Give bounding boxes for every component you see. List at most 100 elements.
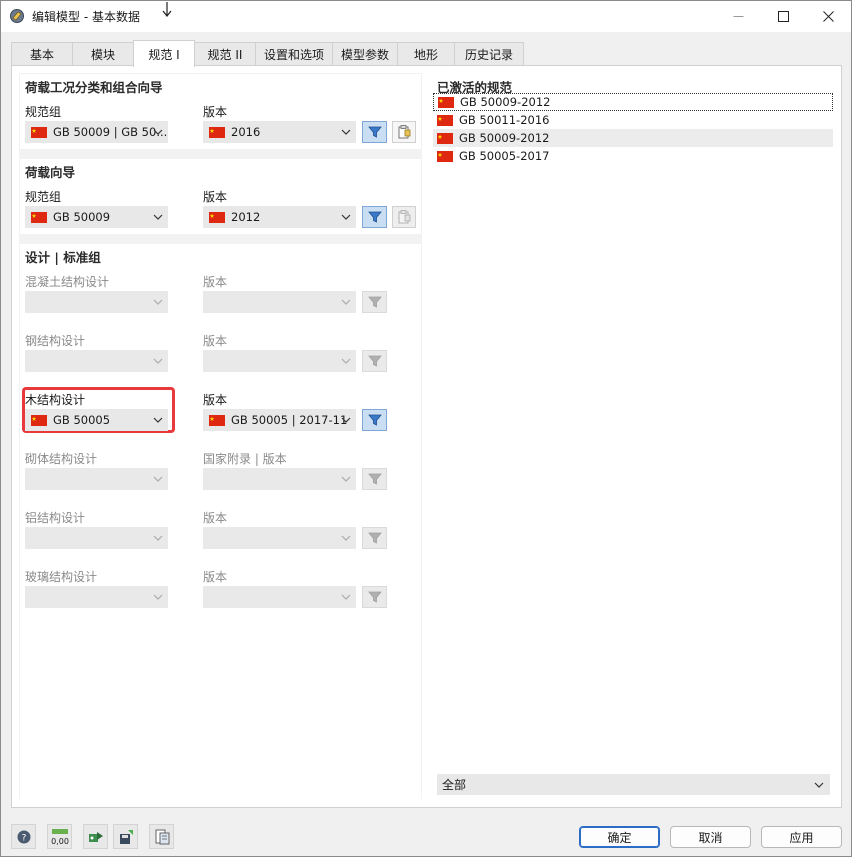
help-button[interactable]: ? xyxy=(11,824,36,849)
timber-design-label: 木结构设计 xyxy=(25,393,86,407)
save-defaults-icon xyxy=(119,829,133,844)
minimize-icon xyxy=(733,16,743,17)
edition-label: 版本 xyxy=(203,275,228,289)
filter-icon xyxy=(367,414,382,426)
edition-label: 版本 xyxy=(203,511,228,525)
save-defaults-button[interactable] xyxy=(113,824,138,849)
national-annex-edition-label: 国家附录 | 版本 xyxy=(203,452,287,466)
filter-button[interactable] xyxy=(362,527,387,549)
filter-button[interactable] xyxy=(362,291,387,313)
edition-label: 版本 xyxy=(203,105,228,119)
section-heading: 设计 | 标准组 xyxy=(25,250,101,265)
filter-icon xyxy=(367,532,382,544)
glass-edition-select[interactable] xyxy=(203,586,356,608)
standard-group-label: 规范组 xyxy=(25,105,62,119)
masonry-design-select[interactable] xyxy=(25,468,168,490)
filter-button[interactable] xyxy=(362,586,387,608)
chevron-down-icon xyxy=(153,417,163,423)
masonry-edition-select[interactable] xyxy=(203,468,356,490)
steel-design-label: 钢结构设计 xyxy=(25,334,86,348)
chevron-down-icon xyxy=(153,476,163,482)
button-label: 确定 xyxy=(607,830,632,845)
filter-icon xyxy=(367,355,382,367)
steel-design-select[interactable] xyxy=(25,350,168,372)
glass-design-label: 玻璃结构设计 xyxy=(25,570,98,584)
timber-edition-select[interactable]: GB 50005 | 2017-11 xyxy=(203,409,356,431)
tab-model-parameters[interactable]: 模型参数 xyxy=(332,42,398,66)
units-button[interactable]: 0,00 xyxy=(47,824,72,849)
filter-button[interactable] xyxy=(362,121,387,143)
tab-history[interactable]: 历史记录 xyxy=(454,42,524,66)
edition-select[interactable]: 2016 xyxy=(203,121,356,143)
chevron-down-icon xyxy=(341,299,351,305)
report-icon xyxy=(155,829,169,844)
chevron-down-icon xyxy=(341,417,351,423)
standard-group-select[interactable]: GB 50009 xyxy=(25,206,168,228)
chevron-down-icon xyxy=(341,535,351,541)
filter-icon xyxy=(367,296,382,308)
dialog-window: 编辑模型 - 基本数据 基本 模块 规范 I 规范 II 设置和选项 模型参数 … xyxy=(0,0,852,857)
button-label: 应用 xyxy=(789,830,814,845)
copy-settings-button[interactable] xyxy=(392,206,416,228)
clipboard-icon xyxy=(398,210,411,224)
china-flag-icon xyxy=(437,114,453,126)
edition-label: 版本 xyxy=(203,570,228,584)
tab-modules[interactable]: 模块 xyxy=(72,42,134,66)
select-value: 全部 xyxy=(442,778,467,792)
filter-button[interactable] xyxy=(362,350,387,372)
window-title: 编辑模型 - 基本数据 xyxy=(32,10,140,24)
units-label: 0,00 xyxy=(51,837,69,846)
minimize-button[interactable] xyxy=(715,1,761,32)
concrete-design-select[interactable] xyxy=(25,291,168,313)
close-button[interactable] xyxy=(805,1,851,32)
app-icon xyxy=(10,9,24,23)
chevron-down-icon xyxy=(341,594,351,600)
china-flag-icon xyxy=(31,126,47,138)
code-list-item[interactable]: GB 50009-2012 xyxy=(433,129,833,147)
china-flag-icon xyxy=(438,96,454,108)
glass-design-select[interactable] xyxy=(25,586,168,608)
tab-standards-1[interactable]: 规范 I xyxy=(133,40,195,67)
concrete-edition-select[interactable] xyxy=(203,291,356,313)
cancel-button[interactable]: 取消 xyxy=(670,826,751,848)
title-bar: 编辑模型 - 基本数据 xyxy=(1,1,851,32)
section-heading: 荷载向导 xyxy=(25,165,76,180)
code-list-item[interactable]: GB 50009-2012 xyxy=(433,93,833,111)
edition-label: 版本 xyxy=(203,393,228,407)
filter-icon xyxy=(367,591,382,603)
code-list-item[interactable]: GB 50005-2017 xyxy=(433,147,833,165)
model-transfer-button[interactable] xyxy=(83,824,108,849)
apply-button[interactable]: 应用 xyxy=(761,826,842,848)
tab-terrain[interactable]: 地形 xyxy=(397,42,455,66)
filter-button[interactable] xyxy=(362,206,387,228)
aluminium-design-select[interactable] xyxy=(25,527,168,549)
tab-basic[interactable]: 基本 xyxy=(11,42,73,66)
filter-button[interactable] xyxy=(362,409,387,431)
filter-icon xyxy=(367,126,382,138)
select-value: GB 50005 | 2017-11 xyxy=(231,413,348,427)
maximize-icon xyxy=(777,11,789,22)
ok-button[interactable]: 确定 xyxy=(579,826,660,848)
china-flag-icon xyxy=(31,414,47,426)
timber-design-select[interactable]: GB 50005 xyxy=(25,409,168,431)
code-name: GB 50005-2017 xyxy=(459,149,550,163)
filter-button[interactable] xyxy=(362,468,387,490)
filter-icon xyxy=(367,473,382,485)
tab-standards-2[interactable]: 规范 II xyxy=(194,42,256,66)
tab-label: 模块 xyxy=(90,48,115,62)
code-filter-select[interactable]: 全部 xyxy=(437,774,830,795)
chevron-down-icon xyxy=(153,299,163,305)
tab-settings-options[interactable]: 设置和选项 xyxy=(255,42,333,66)
standard-group-select[interactable]: GB 50009 | GB 50... xyxy=(25,121,168,143)
maximize-button[interactable] xyxy=(760,1,806,32)
select-value: GB 50005 xyxy=(53,413,111,427)
code-list-item[interactable]: GB 50011-2016 xyxy=(433,111,833,129)
steel-edition-select[interactable] xyxy=(203,350,356,372)
edition-label: 版本 xyxy=(203,190,228,204)
aluminium-edition-select[interactable] xyxy=(203,527,356,549)
copy-settings-button[interactable] xyxy=(392,121,416,143)
chevron-down-icon xyxy=(814,782,824,788)
china-flag-icon xyxy=(209,211,225,223)
report-button[interactable] xyxy=(149,824,174,849)
edition-select[interactable]: 2012 xyxy=(203,206,356,228)
